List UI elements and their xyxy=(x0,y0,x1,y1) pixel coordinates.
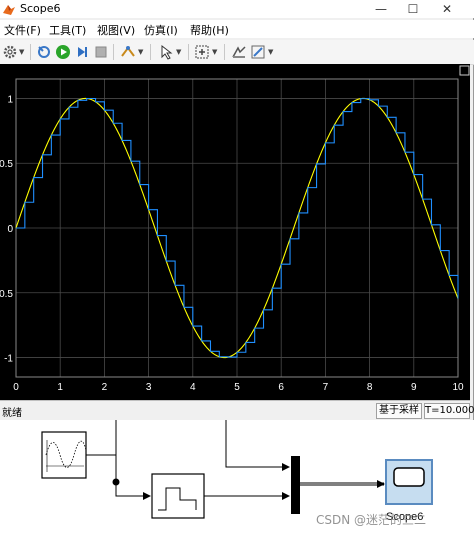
y-tick-label: 0.5 xyxy=(0,159,13,170)
menu-help[interactable]: 帮助(H) xyxy=(190,22,229,38)
status-text: 就绪 xyxy=(2,408,22,419)
menu-bar: 文件(F) 工具(T) 视图(V) 仿真(I) 帮助(H) xyxy=(0,20,474,38)
window-title: Scope6 xyxy=(20,2,61,15)
menu-file[interactable]: 文件(F) xyxy=(4,22,41,38)
x-tick-label: 8 xyxy=(367,382,373,393)
chevron-down-icon[interactable]: ▼ xyxy=(212,48,217,56)
chevron-down-icon[interactable]: ▼ xyxy=(138,48,143,56)
x-tick-label: 9 xyxy=(411,382,417,393)
toolbar-separator xyxy=(188,44,189,60)
y-tick-label: -1 xyxy=(4,354,13,365)
step-forward-icon[interactable] xyxy=(74,44,90,60)
menu-view[interactable]: 视图(V) xyxy=(97,22,135,38)
chevron-down-icon[interactable]: ▼ xyxy=(176,48,181,56)
scope-plot[interactable]: 0 1 2 3 4 5 6 7 8 9 10 1 0.5 0 -0.5 -1 xyxy=(0,64,470,400)
configure-icon[interactable] xyxy=(36,44,52,60)
scope-window: Scope6 — ☐ ✕ 文件(F) 工具(T) 视图(V) 仿真(I) 帮助(… xyxy=(0,0,474,420)
measure-icon[interactable] xyxy=(231,44,247,60)
zero-order-hold-block[interactable] xyxy=(151,473,205,519)
scope-chart[interactable]: 0 1 2 3 4 5 6 7 8 9 10 1 0.5 0 -0.5 -1 xyxy=(0,64,470,400)
close-button[interactable]: ✕ xyxy=(430,0,464,18)
x-tick-label: 2 xyxy=(102,382,108,393)
toolbar-separator xyxy=(224,44,225,60)
x-tick-label: 6 xyxy=(278,382,284,393)
highlight-icon[interactable] xyxy=(120,44,136,60)
y-tick-label: -0.5 xyxy=(0,289,13,300)
x-tick-label: 0 xyxy=(13,382,19,393)
sample-mode-indicator: 基于采样 xyxy=(376,403,422,419)
expand-icon xyxy=(459,65,470,76)
watermark: CSDN @迷茫的三二 xyxy=(316,513,427,527)
x-tick-label: 10 xyxy=(452,382,464,393)
chevron-down-icon[interactable]: ▼ xyxy=(268,48,273,56)
x-tick-label: 7 xyxy=(323,382,329,393)
x-tick-label: 5 xyxy=(234,382,240,393)
style-icon[interactable] xyxy=(250,44,266,60)
maximize-button[interactable]: ☐ xyxy=(396,0,430,18)
toolbar-separator xyxy=(30,44,31,60)
signal-line xyxy=(115,420,290,482)
signal-line xyxy=(86,454,151,500)
title-bar: Scope6 — ☐ ✕ xyxy=(0,0,474,18)
autoscale-icon[interactable] xyxy=(194,44,210,60)
scope-block[interactable] xyxy=(385,459,433,505)
menu-tools[interactable]: 工具(T) xyxy=(49,22,86,38)
mux-block[interactable] xyxy=(291,456,300,514)
x-tick-label: 4 xyxy=(190,382,196,393)
sine-wave-block[interactable] xyxy=(41,431,87,479)
y-tick-label: 1 xyxy=(7,94,13,105)
cursor-icon[interactable] xyxy=(158,44,174,60)
x-tick-label: 1 xyxy=(57,382,63,393)
y-tick-label: 0 xyxy=(7,224,13,235)
minimize-button[interactable]: — xyxy=(364,0,398,18)
chevron-down-icon[interactable]: ▼ xyxy=(19,48,24,56)
stop-icon[interactable] xyxy=(93,44,109,60)
toolbar-separator xyxy=(150,44,151,60)
toolbar: ▼ ▼ ▼ ▼ ▼ xyxy=(0,40,474,65)
gear-icon[interactable] xyxy=(2,44,18,60)
time-indicator: T=10.000 xyxy=(424,403,474,419)
run-icon[interactable] xyxy=(55,44,71,60)
matlab-icon xyxy=(3,5,15,15)
menu-simulation[interactable]: 仿真(I) xyxy=(144,22,178,38)
status-bar: 就绪 基于采样 T=10.000 xyxy=(0,400,474,420)
toolbar-separator xyxy=(113,44,114,60)
x-tick-label: 3 xyxy=(146,382,152,393)
